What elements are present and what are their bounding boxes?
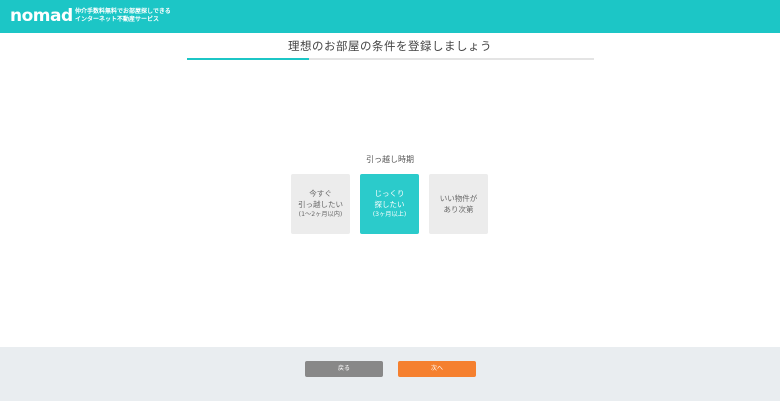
next-button[interactable]: 次へ xyxy=(398,361,476,377)
option-take-time[interactable]: じっくり 探したい (3ヶ月以上) xyxy=(360,174,419,234)
progress-bar-fill xyxy=(187,58,310,60)
back-button[interactable]: 戻る xyxy=(305,361,383,377)
option-note: (3ヶ月以上) xyxy=(372,211,407,218)
progress-bar xyxy=(187,58,594,60)
nomad-logo[interactable]: nomad xyxy=(10,6,73,26)
option-when-found[interactable]: いい物件が あり次第 xyxy=(429,174,488,234)
option-label-line2: あり次第 xyxy=(443,205,474,214)
tagline-line-2: インターネット不動産サービス xyxy=(75,16,160,23)
option-label-line1: いい物件が xyxy=(439,194,478,203)
question-label: 引っ越し時期 xyxy=(366,155,414,164)
option-label-line1: じっくり xyxy=(374,189,405,198)
option-move-now[interactable]: 今すぐ 引っ越したい (1〜2ヶ月以内) xyxy=(291,174,350,234)
tagline-line-1: 仲介手数料無料でお部屋探しできる xyxy=(75,8,171,15)
option-label-line1: 今すぐ xyxy=(309,189,332,198)
option-label-line2: 探したい xyxy=(374,200,405,209)
option-note: (1〜2ヶ月以内) xyxy=(298,211,343,218)
site-header: nomad 仲介手数料無料でお部屋探しできる インターネット不動産サービス xyxy=(0,0,780,33)
option-label-line2: 引っ越したい xyxy=(298,200,343,209)
footer-bar: 戻る 次へ xyxy=(0,347,780,401)
page-title: 理想のお部屋の条件を登録しましょう xyxy=(288,39,492,53)
header-tagline: 仲介手数料無料でお部屋探しできる インターネット不動産サービス xyxy=(75,8,171,24)
